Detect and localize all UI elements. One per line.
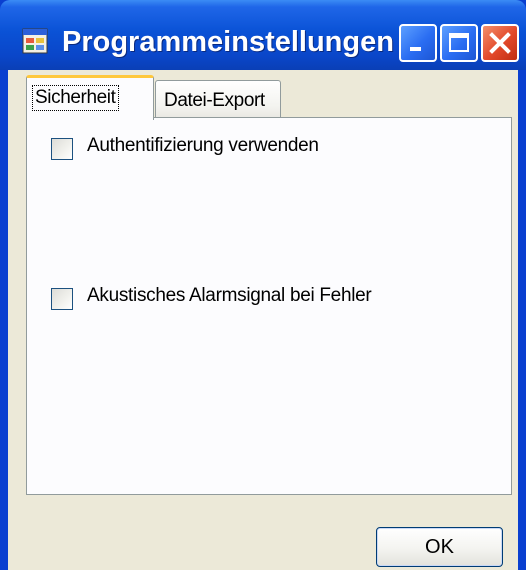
close-button[interactable] <box>481 24 519 62</box>
title-bar[interactable]: Programmeinstellungen <box>0 0 526 70</box>
authentication-label[interactable]: Authentifizierung verwenden <box>87 135 319 157</box>
window-title: Programmeinstellungen <box>62 26 394 58</box>
maximize-button[interactable] <box>440 24 478 62</box>
tab-sicherheit[interactable]: Sicherheit <box>26 75 154 120</box>
tab-label: Datei-Export <box>164 90 265 111</box>
dialog-window: Programmeinstellungen Sicherheit Datei-E… <box>0 0 526 570</box>
close-icon <box>489 32 511 54</box>
maximize-icon <box>449 33 469 52</box>
dialog-client-area: Sicherheit Datei-Export Authentifizierun… <box>8 70 518 570</box>
settings-window-icon[interactable] <box>22 28 48 54</box>
minimize-icon <box>410 47 421 51</box>
minimize-button[interactable] <box>399 24 437 62</box>
tab-label: Sicherheit <box>32 85 119 111</box>
alarm-checkbox[interactable] <box>51 288 73 310</box>
alarm-label[interactable]: Akustisches Alarmsignal bei Fehler <box>87 285 372 307</box>
tab-datei-export[interactable]: Datei-Export <box>155 80 281 118</box>
ok-button[interactable]: OK <box>376 527 503 567</box>
authentication-checkbox[interactable] <box>51 138 73 160</box>
tab-panel-sicherheit: Authentifizierung verwenden Akustisches … <box>26 117 512 495</box>
